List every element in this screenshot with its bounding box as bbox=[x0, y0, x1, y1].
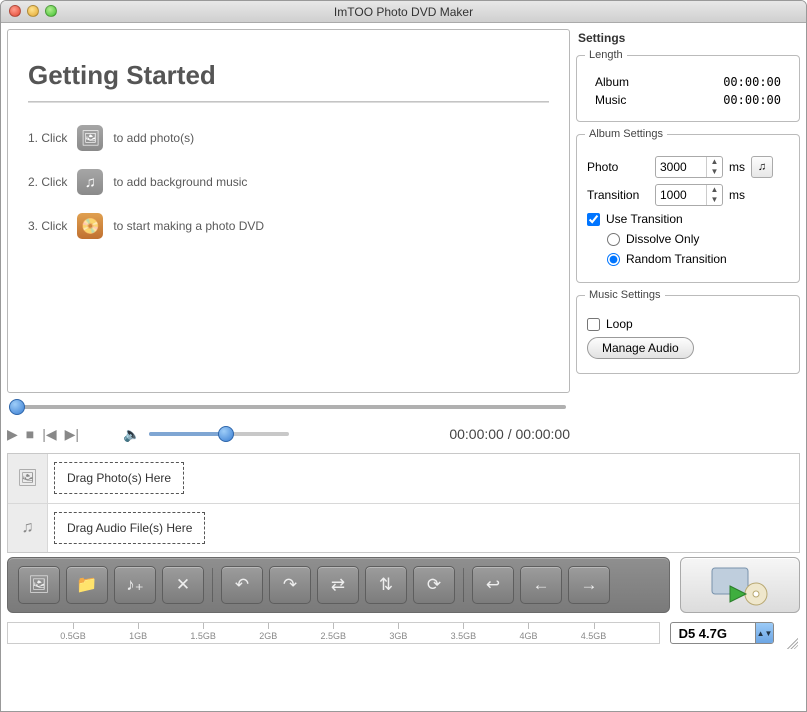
toolbar-divider-2 bbox=[463, 568, 464, 602]
window-title: ImTOO Photo DVD Maker bbox=[334, 5, 473, 19]
seek-thumb[interactable] bbox=[9, 399, 25, 415]
time-display: 00:00:00 / 00:00:00 bbox=[449, 426, 570, 442]
close-window-button[interactable] bbox=[9, 5, 21, 17]
ms-label-2: ms bbox=[729, 188, 745, 202]
preview-area: Getting Started 1. Click 🖼 to add photo(… bbox=[7, 29, 570, 393]
music-length-value: 00:00:00 bbox=[723, 93, 781, 107]
refresh-button[interactable]: ⟳ bbox=[413, 566, 455, 604]
add-music-icon: ♫ bbox=[77, 169, 103, 195]
music-settings-group: Music Settings Loop Manage Audio bbox=[576, 289, 800, 374]
audio-track-icon[interactable]: ♫ bbox=[8, 504, 48, 553]
dissolve-only-label: Dissolve Only bbox=[626, 232, 699, 246]
transition-duration-stepper[interactable]: ▲▼ bbox=[655, 184, 723, 206]
use-transition-checkbox[interactable] bbox=[587, 213, 600, 226]
chevron-updown-icon: ▲▼ bbox=[755, 622, 773, 644]
add-photo-icon: 🖼 bbox=[77, 125, 103, 151]
delete-button[interactable]: ✕ bbox=[162, 566, 204, 604]
step1-prefix: 1. Click bbox=[28, 131, 67, 145]
disc-type-select[interactable]: D5 4.7G ▲▼ bbox=[670, 622, 774, 644]
main-toolbar: 🖼 📁 ♪₊ ✕ ↶ ↷ ⇄ ⇅ ⟳ ↩ ← → bbox=[7, 557, 670, 613]
getting-started-title: Getting Started bbox=[28, 60, 549, 91]
ruler-tick-label: 4.5GB bbox=[581, 631, 607, 641]
step3-prefix: 3. Click bbox=[28, 219, 67, 233]
resize-grip[interactable] bbox=[784, 635, 798, 649]
step3-suffix: to start making a photo DVD bbox=[113, 219, 264, 233]
flip-horizontal-button[interactable]: ⇄ bbox=[317, 566, 359, 604]
random-transition-radio[interactable] bbox=[607, 253, 620, 266]
length-group: Length Album 00:00:00 Music 00:00:00 bbox=[576, 49, 800, 122]
transition-duration-label: Transition bbox=[587, 188, 649, 202]
random-transition-label: Random Transition bbox=[626, 252, 727, 266]
minimize-window-button[interactable] bbox=[27, 5, 39, 17]
ms-label-1: ms bbox=[729, 160, 745, 174]
move-right-button[interactable]: → bbox=[568, 566, 610, 604]
loop-checkbox[interactable] bbox=[587, 318, 600, 331]
ruler-tick-label: 0.5GB bbox=[60, 631, 86, 641]
playback-seek-slider[interactable] bbox=[11, 405, 566, 409]
ruler-tick-label: 3GB bbox=[389, 631, 407, 641]
photo-track-dropzone[interactable]: Drag Photo(s) Here bbox=[48, 454, 799, 503]
ruler-tick-label: 2GB bbox=[259, 631, 277, 641]
burn-dvd-button[interactable] bbox=[680, 557, 800, 613]
prev-frame-button[interactable]: |◀ bbox=[42, 426, 56, 443]
burn-dvd-icon: 📀 bbox=[77, 213, 103, 239]
photo-duration-input[interactable] bbox=[656, 160, 706, 174]
add-folder-button[interactable]: 📁 bbox=[66, 566, 108, 604]
drag-photos-label: Drag Photo(s) Here bbox=[54, 462, 184, 494]
step1-suffix: to add photo(s) bbox=[113, 131, 194, 145]
photo-duration-label: Photo bbox=[587, 160, 649, 174]
add-photo-button[interactable]: 🖼 bbox=[18, 566, 60, 604]
next-frame-button[interactable]: ▶| bbox=[65, 426, 79, 443]
length-legend: Length bbox=[585, 49, 627, 61]
step2-suffix: to add background music bbox=[113, 175, 247, 189]
drag-audio-label: Drag Audio File(s) Here bbox=[54, 512, 205, 544]
ruler-tick-label: 2.5GB bbox=[321, 631, 347, 641]
volume-icon: 🔈 bbox=[123, 426, 140, 443]
album-length-value: 00:00:00 bbox=[723, 75, 781, 89]
move-left-button[interactable]: ← bbox=[520, 566, 562, 604]
ruler-tick-label: 3.5GB bbox=[451, 631, 477, 641]
photo-duration-stepper[interactable]: ▲▼ bbox=[655, 156, 723, 178]
photo-up[interactable]: ▲ bbox=[707, 157, 722, 167]
add-music-button[interactable]: ♪₊ bbox=[114, 566, 156, 604]
music-settings-legend: Music Settings bbox=[585, 289, 665, 301]
ruler-tick-label: 1GB bbox=[129, 631, 147, 641]
album-length-label: Album bbox=[595, 75, 629, 89]
disc-capacity-ruler: 0.5GB 1GB 1.5GB 2GB 2.5GB 3GB 3.5GB 4GB 4.5GB bbox=[7, 622, 660, 644]
album-settings-legend: Album Settings bbox=[585, 128, 667, 140]
divider bbox=[28, 101, 549, 103]
album-settings-group: Album Settings Photo ▲▼ ms ♫ Transition bbox=[576, 128, 800, 283]
apply-photo-duration-button[interactable]: ♫ bbox=[751, 156, 773, 178]
transition-down[interactable]: ▼ bbox=[707, 195, 722, 205]
transition-duration-input[interactable] bbox=[656, 188, 706, 202]
manage-audio-button[interactable]: Manage Audio bbox=[587, 337, 694, 359]
volume-slider[interactable] bbox=[149, 432, 289, 436]
flip-vertical-button[interactable]: ⇅ bbox=[365, 566, 407, 604]
zoom-window-button[interactable] bbox=[45, 5, 57, 17]
app-window: ImTOO Photo DVD Maker Getting Started 1.… bbox=[0, 0, 807, 712]
toolbar-divider bbox=[212, 568, 213, 602]
loop-label: Loop bbox=[606, 317, 633, 331]
disc-type-label: D5 4.7G bbox=[671, 626, 755, 641]
transition-up[interactable]: ▲ bbox=[707, 185, 722, 195]
settings-header: Settings bbox=[576, 29, 800, 49]
timeline-tracks: 🖼 Drag Photo(s) Here ♫ Drag Audio File(s… bbox=[7, 453, 800, 553]
photo-track-icon[interactable]: 🖼 bbox=[8, 454, 48, 503]
play-button[interactable]: ▶ bbox=[7, 426, 18, 443]
step2-prefix: 2. Click bbox=[28, 175, 67, 189]
dissolve-only-radio[interactable] bbox=[607, 233, 620, 246]
titlebar: ImTOO Photo DVD Maker bbox=[1, 1, 806, 23]
photo-down[interactable]: ▼ bbox=[707, 167, 722, 177]
use-transition-label: Use Transition bbox=[606, 212, 683, 226]
music-length-label: Music bbox=[595, 93, 626, 107]
rotate-ccw-button[interactable]: ↶ bbox=[221, 566, 263, 604]
ruler-tick-label: 4GB bbox=[519, 631, 537, 641]
volume-thumb[interactable] bbox=[218, 426, 234, 442]
ruler-tick-label: 1.5GB bbox=[190, 631, 216, 641]
undo-button[interactable]: ↩ bbox=[472, 566, 514, 604]
audio-track-dropzone[interactable]: Drag Audio File(s) Here bbox=[48, 504, 799, 553]
stop-button[interactable]: ■ bbox=[26, 426, 34, 442]
rotate-cw-button[interactable]: ↷ bbox=[269, 566, 311, 604]
